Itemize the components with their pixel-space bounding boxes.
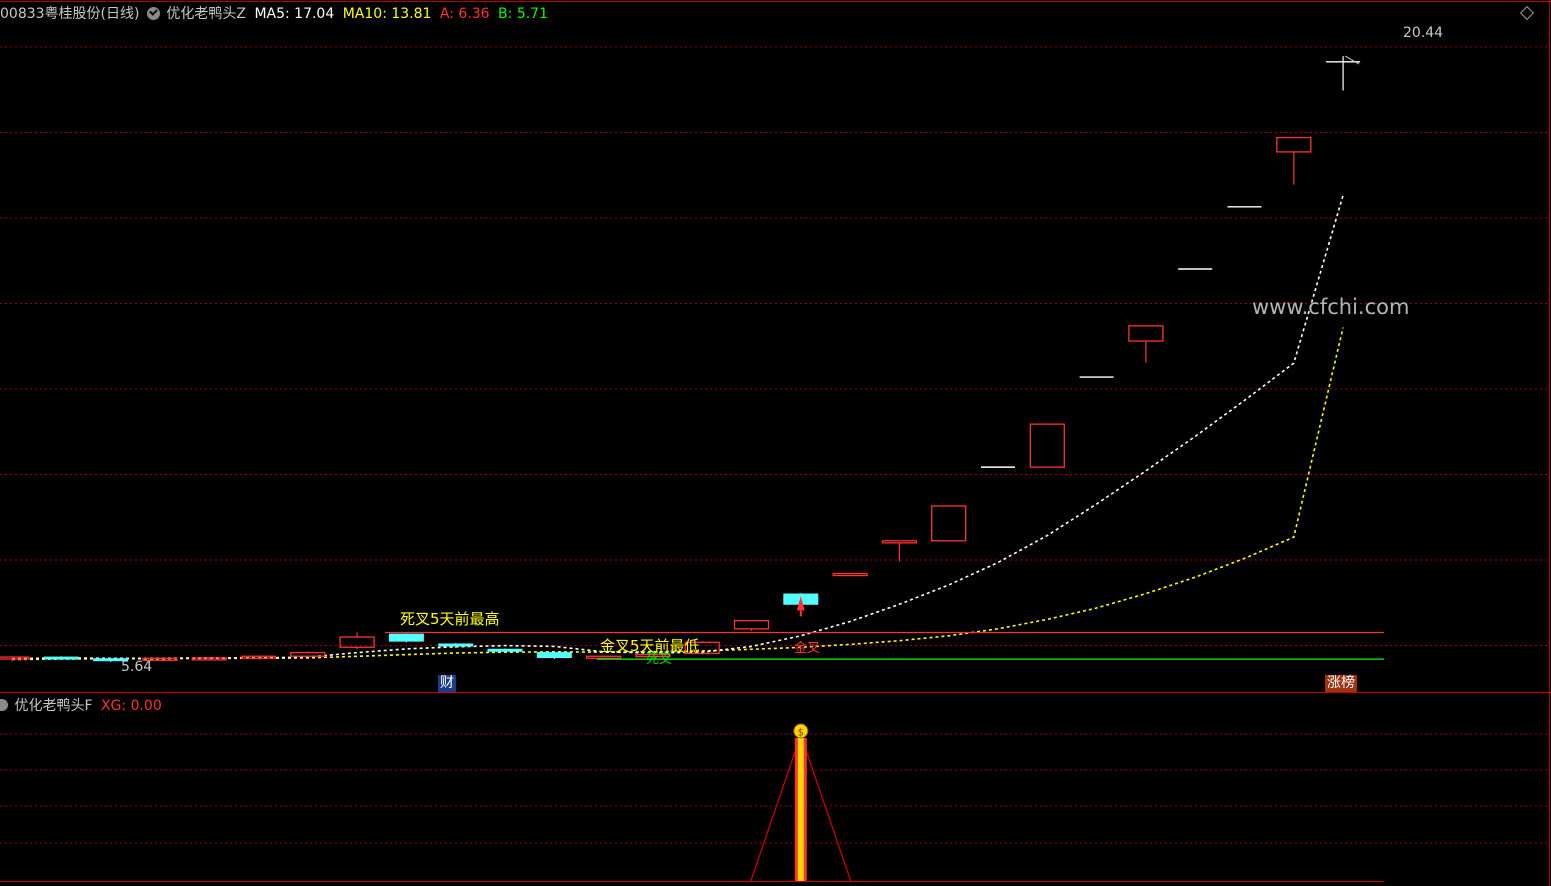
candle xyxy=(0,656,30,662)
price-chart[interactable]: $ xyxy=(0,0,1551,886)
death-cross-short: 死叉 xyxy=(646,652,673,667)
xg-value: 0.00 xyxy=(130,698,162,714)
candle-body xyxy=(1029,423,1065,468)
candle xyxy=(1276,136,1312,185)
ma5-line xyxy=(11,195,1344,660)
xg-label: XG: xyxy=(100,698,127,714)
grid-lines xyxy=(0,0,1551,886)
sub-chart: $ xyxy=(750,723,852,882)
candle-body xyxy=(388,633,424,642)
candle xyxy=(191,657,227,661)
candle xyxy=(881,540,918,562)
high-marker-arrow xyxy=(1344,55,1360,65)
zhangbang-tag[interactable]: 涨榜 xyxy=(1325,675,1357,692)
candle xyxy=(1128,325,1164,363)
high-price-label: 20.44 xyxy=(1403,25,1444,41)
sub-indicator-name[interactable]: 优化老鸭头F xyxy=(14,698,92,714)
chart-overlays xyxy=(385,55,1384,660)
watermark: www.cfchi.com xyxy=(1252,295,1410,319)
candle xyxy=(240,655,277,659)
candle-body xyxy=(733,619,770,630)
candle xyxy=(290,651,326,658)
candle-body xyxy=(290,651,326,657)
low-price-label: 5.64 xyxy=(121,659,153,675)
moving-averages xyxy=(11,195,1344,661)
candle-body xyxy=(1276,136,1312,153)
candle xyxy=(931,505,967,542)
cai-tag[interactable]: 财 xyxy=(438,675,456,692)
candle xyxy=(1029,423,1065,468)
candle-body xyxy=(881,540,918,544)
candle-body xyxy=(536,652,572,658)
candle xyxy=(487,648,523,653)
signal-bar-core xyxy=(797,738,804,881)
candle-body xyxy=(487,648,523,652)
death-cross-label: 死叉5天前最高 xyxy=(400,610,500,628)
sub-legend: 优化老鸭头F XG: 0.00 xyxy=(0,695,162,715)
candle xyxy=(388,633,424,643)
candle-body xyxy=(931,505,967,542)
candle xyxy=(339,632,375,650)
ma10-line xyxy=(11,327,1344,661)
candle xyxy=(43,656,79,660)
candle-body xyxy=(43,656,79,660)
candle-body xyxy=(1128,325,1164,342)
candle-body xyxy=(832,572,868,577)
money-bag-symbol: $ xyxy=(798,728,804,739)
candle xyxy=(733,619,770,631)
candle xyxy=(536,651,572,660)
sub-indicator-dot-icon[interactable] xyxy=(0,699,8,711)
candle xyxy=(832,572,868,577)
chart-window: 00833粤桂股份(日线) 优化老鸭头Z MA5: 17.04 MA10: 13… xyxy=(0,0,1551,886)
candles xyxy=(0,56,1361,662)
candle-body xyxy=(438,643,474,647)
golden-cross-short: 金叉 xyxy=(794,641,821,656)
candle-body xyxy=(585,655,622,659)
